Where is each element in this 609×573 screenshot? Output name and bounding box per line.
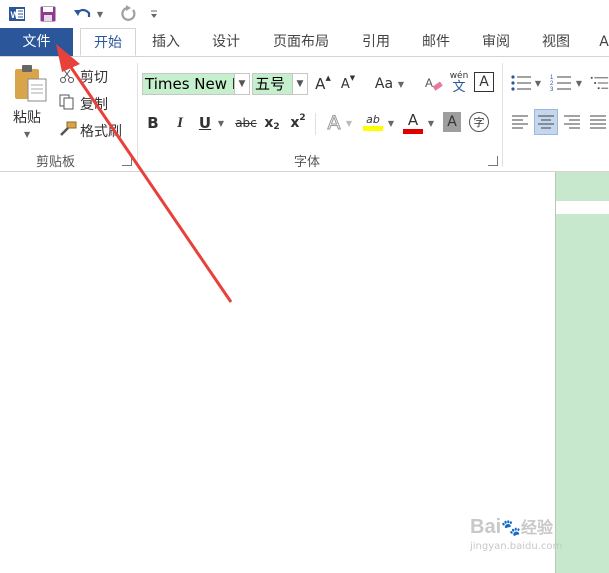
watermark-brand-text: Bai — [470, 516, 502, 538]
watermark-brand: Bai🐾经验 — [470, 516, 554, 538]
watermark-url: jingyan.baidu.com — [470, 541, 563, 552]
watermark-brand-suffix: 经验 — [521, 520, 554, 537]
annotation-arrow-icon — [56, 44, 233, 303]
